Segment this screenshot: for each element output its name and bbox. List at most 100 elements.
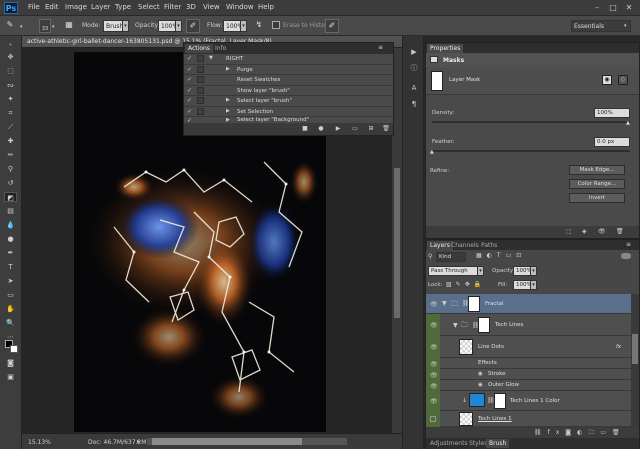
- healing-brush-tool-icon[interactable]: ✚: [4, 136, 17, 146]
- layer-opacity-dropdown-icon[interactable]: ▾: [530, 266, 537, 276]
- shape-tool-icon[interactable]: ▭: [4, 290, 17, 300]
- new-action-icon[interactable]: ⊞: [366, 125, 376, 133]
- clone-stamp-tool-icon[interactable]: ⚲: [4, 164, 17, 174]
- mask-edge-button[interactable]: Mask Edge...: [569, 165, 625, 175]
- action-dialog-toggle[interactable]: [197, 97, 204, 104]
- action-check-icon[interactable]: ✓: [187, 108, 192, 115]
- action-row[interactable]: ✓ ▶ Purge: [184, 64, 393, 75]
- crop-tool-icon[interactable]: ⌗: [4, 108, 17, 118]
- path-selection-tool-icon[interactable]: ➤: [4, 276, 17, 286]
- fx-icon[interactable]: fx: [616, 344, 621, 350]
- brush-size-preview[interactable]: 33: [39, 19, 51, 33]
- menu-filter[interactable]: Filter: [164, 3, 181, 11]
- action-check-icon[interactable]: ✓: [187, 55, 192, 62]
- invert-button[interactable]: Invert: [569, 193, 625, 203]
- type-tool-icon[interactable]: T: [4, 262, 17, 272]
- record-icon[interactable]: ●: [316, 125, 326, 133]
- effect-eye-icon[interactable]: ◉: [478, 382, 483, 388]
- load-selection-icon[interactable]: ⬚: [566, 228, 572, 235]
- tab-info[interactable]: Info: [212, 44, 229, 53]
- action-check-icon[interactable]: ✓: [187, 87, 192, 94]
- tab-adjustments[interactable]: Adjustments: [427, 439, 471, 448]
- group-expand-icon[interactable]: ▼: [442, 300, 447, 307]
- tab-properties[interactable]: Properties: [427, 44, 464, 53]
- vertical-scroll-thumb[interactable]: [394, 168, 400, 318]
- fill-dropdown-icon[interactable]: ▾: [530, 280, 537, 290]
- action-dialog-toggle[interactable]: [197, 76, 204, 83]
- fill-input[interactable]: 100%: [513, 280, 532, 290]
- menu-edit[interactable]: Edit: [45, 3, 59, 11]
- play-icon[interactable]: ▶: [333, 125, 343, 133]
- menu-file[interactable]: File: [28, 3, 40, 11]
- action-row[interactable]: ✓ ▶ Select layer "brush": [184, 96, 393, 107]
- hand-tool-icon[interactable]: ✋: [4, 304, 17, 314]
- history-brush-tool-icon[interactable]: ↺: [4, 178, 17, 188]
- pen-tool-icon[interactable]: ✒: [4, 248, 17, 258]
- brush-tool-icon[interactable]: ✏: [4, 150, 17, 160]
- filter-kind-select[interactable]: Kind: [436, 252, 466, 262]
- effects-row[interactable]: 👁 Effects: [426, 358, 631, 369]
- feather-slider-thumb[interactable]: ▲: [430, 149, 434, 155]
- layers-scrollbar[interactable]: [631, 294, 639, 427]
- collapse-tools-icon[interactable]: »: [4, 40, 17, 50]
- blend-mode-dropdown-icon[interactable]: ▾: [477, 266, 484, 276]
- toggle-mask-icon[interactable]: 👁: [598, 228, 606, 235]
- visibility-eye-icon[interactable]: 👁: [430, 322, 438, 329]
- lock-icons[interactable]: ▧✎✥🔒: [446, 281, 485, 288]
- quick-mask-icon[interactable]: ◙: [4, 358, 17, 368]
- tab-channels[interactable]: Channels: [448, 241, 482, 250]
- maximize-icon[interactable]: □: [606, 2, 620, 13]
- opacity-dropdown-icon[interactable]: ▾: [175, 20, 182, 32]
- eyedropper-tool-icon[interactable]: ⟋: [4, 122, 17, 132]
- dodge-tool-icon[interactable]: ●: [4, 234, 17, 244]
- marquee-tool-icon[interactable]: ⬚: [4, 66, 17, 76]
- density-slider-thumb[interactable]: ▲: [626, 120, 630, 126]
- action-dialog-toggle[interactable]: [197, 86, 204, 94]
- menu-help[interactable]: Help: [258, 3, 274, 11]
- apply-mask-icon[interactable]: ◈: [582, 228, 587, 235]
- action-row[interactable]: ✓ Reset Swatches: [184, 75, 393, 86]
- blur-tool-icon[interactable]: 💧: [4, 220, 17, 230]
- info-dock-icon[interactable]: ⓘ: [407, 62, 421, 74]
- action-dialog-toggle[interactable]: [197, 55, 204, 62]
- gradient-tool-icon[interactable]: ▤: [4, 206, 17, 216]
- add-vector-mask-icon[interactable]: ◇: [618, 75, 628, 85]
- density-input[interactable]: 100%: [594, 108, 630, 118]
- feather-slider[interactable]: [432, 150, 630, 152]
- lasso-tool-icon[interactable]: ᔓ: [4, 80, 17, 90]
- workspace-dropdown-icon[interactable]: ▾: [624, 23, 627, 29]
- menu-image[interactable]: Image: [65, 3, 87, 11]
- flow-input[interactable]: 100%: [223, 20, 243, 32]
- layers-panel-menu-icon[interactable]: ≡: [626, 241, 631, 248]
- quick-select-tool-icon[interactable]: ✦: [4, 94, 17, 104]
- move-tool-icon[interactable]: ✥: [4, 52, 17, 62]
- visibility-eye-icon[interactable]: 👁: [430, 344, 438, 351]
- action-check-icon[interactable]: ✓: [187, 66, 192, 73]
- brush-panel-icon[interactable]: ▦: [62, 19, 76, 33]
- opacity-input[interactable]: 100%: [158, 20, 178, 32]
- action-row[interactable]: ✓ ▼ RIGHT: [184, 54, 393, 65]
- mode-dropdown-icon[interactable]: ▾: [122, 20, 129, 32]
- layer-row-fractal[interactable]: 👁 ▼ 🗀 ⛓ Fractal: [426, 294, 631, 314]
- stop-icon[interactable]: ■: [300, 125, 310, 133]
- blend-mode-select[interactable]: Pass Through: [428, 266, 478, 276]
- effect-eye-icon[interactable]: ◉: [478, 371, 483, 377]
- status-menu-arrow-icon[interactable]: ▸: [137, 438, 140, 445]
- expand-icon[interactable]: ▶: [226, 108, 230, 114]
- delete-mask-icon[interactable]: 🗑: [616, 228, 624, 235]
- action-dialog-toggle[interactable]: [197, 65, 204, 73]
- layer-opacity-input[interactable]: 100%: [513, 266, 532, 276]
- tab-brush[interactable]: Brush: [486, 439, 510, 448]
- delete-action-icon[interactable]: 🗑: [381, 125, 391, 133]
- select-pixel-mask-icon[interactable]: ◉: [602, 75, 612, 85]
- visibility-eye-icon[interactable]: 👁: [430, 372, 438, 379]
- layer-mask-thumbnail[interactable]: [431, 71, 443, 91]
- tab-actions[interactable]: Actions: [185, 44, 213, 53]
- erase-history-checkbox[interactable]: [272, 21, 280, 29]
- layer-row-tech-lines[interactable]: 👁 ▼ 🗀 ⛓ Tech Lines: [426, 314, 631, 336]
- pressure-size-icon[interactable]: ✐: [325, 19, 339, 33]
- expand-icon[interactable]: ▶: [226, 66, 230, 72]
- fill-layer-thumbnail[interactable]: [469, 393, 485, 407]
- layer-row-tech-lines-1-color[interactable]: 👁 ↓ ⛓ Tech Lines 1 Color: [426, 391, 631, 411]
- effect-row-stroke[interactable]: 👁 ◉ Stroke: [426, 369, 631, 380]
